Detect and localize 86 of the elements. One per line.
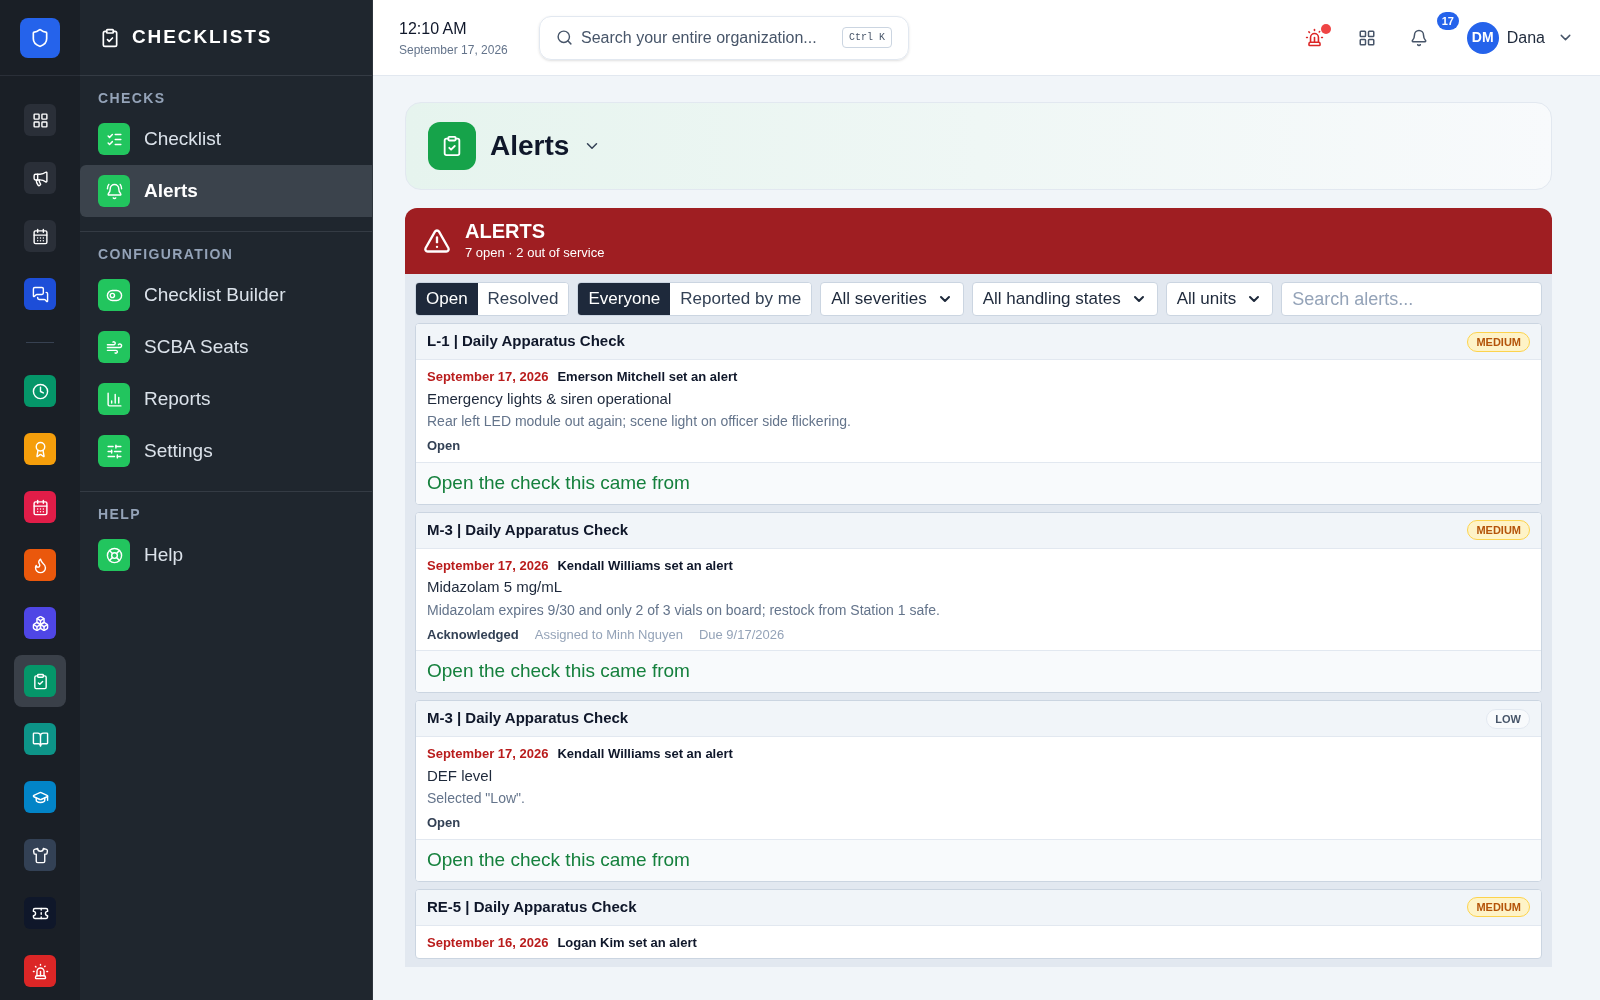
filter-select[interactable]: All units [1165,282,1274,316]
alert-reporter: Kendall Williams set an alert [557,556,733,575]
siren-icon [31,962,49,980]
notification-count: 17 [1436,11,1459,30]
filter-select[interactable]: All handling states [971,282,1158,316]
alert-state: Acknowledged [427,625,519,644]
section-heading: CONFIGURATION [97,245,235,264]
rail-button[interactable] [14,655,66,707]
alert-due-date: Due 9/17/2026 [698,625,785,644]
alert-title: M-3 | Daily Apparatus Check [427,708,629,729]
alert-title: M-3 | Daily Apparatus Check [427,519,629,540]
grid-icon [1357,28,1376,47]
alert-date: September 16, 2026 [427,933,549,952]
severity-badge: MEDIUM [1467,520,1530,540]
clipboard-check-icon [428,122,476,170]
shield-icon [30,27,50,48]
sidebar-item[interactable]: SCBA Seats [80,321,372,373]
checklist-icon [98,123,130,155]
source-check-link[interactable]: Open the check this came from [427,468,690,498]
alert-item: Midazolam 5 mg/mL [427,577,564,597]
grid-icon [31,111,49,129]
alert-item: Emergency lights & siren operational [427,388,673,409]
sidebar-item[interactable]: Alerts [80,165,372,217]
user-avatar[interactable]: DM [1466,21,1499,54]
severity-badge: LOW [1486,708,1530,729]
shortcut-key: Ctrl K [842,27,892,48]
sidebar-item[interactable]: Help [80,529,372,581]
sliders-icon [98,435,130,467]
banner-subtitle: 7 open · 2 out of service [465,244,605,263]
section-heading: CHECKS [97,89,167,108]
sidebar-item[interactable]: Settings [80,425,372,477]
calendar-icon [31,227,49,245]
wind-icon [98,331,130,363]
sidebar-item[interactable]: Checklist [80,113,372,165]
alert-note: Midazolam expires 9/30 and only 2 of 3 vials on board; restock from Station 1 safe. [427,600,941,620]
alert-title: L-1 | Daily Apparatus Check [427,331,625,352]
megaphone-icon [31,169,49,187]
severity-badge: MEDIUM [1467,331,1530,352]
filter-select[interactable]: All severities [820,282,964,316]
warning-icon [423,227,451,255]
clipboard-icon [100,27,120,48]
alert-note: Rear left LED module out again; scene light on officer side flickering. [427,412,852,431]
alert-reporter: Kendall Williams set an alert [557,745,733,763]
sidebar-title: CHECKLISTS [132,25,273,50]
alert-state: Open [427,814,461,832]
clipboard-check-icon [31,672,49,690]
book-icon [31,730,49,748]
alert-assignee: Assigned to Minh Nguyen [534,625,683,644]
alert-date: September 17, 2026 [427,745,549,763]
global-search-field[interactable]: Search your entire organization... Ctrl K [539,15,909,60]
sidebar-item[interactable]: Checklist Builder [80,269,372,321]
severity-badge: MEDIUM [1467,897,1530,917]
page-title: Alerts [490,129,570,163]
filter-tab[interactable]: Open [416,283,478,315]
alert-item: DEF level [427,765,494,786]
siren-icon [1305,28,1325,47]
bar-chart-icon [98,383,130,415]
alert-reporter: Logan Kim set an alert [557,933,697,952]
bell-icon [98,175,130,207]
clock-time: 12:10 AM [399,18,468,39]
lifebuoy-icon [98,539,130,571]
bell-icon [1409,28,1428,47]
alert-date: September 17, 2026 [427,556,549,575]
shirt-icon [31,846,49,864]
user-name[interactable]: Dana [1506,25,1545,50]
filter-tab[interactable]: Everyone [578,283,671,315]
alert-state: Open [427,437,461,455]
alert-note: Selected "Low". [427,789,526,808]
app-logo[interactable] [20,17,60,58]
alert-reporter: Emerson Mitchell set an alert [557,368,738,386]
alert-title: RE-5 | Daily Apparatus Check [427,896,637,917]
alerts-search-field[interactable]: Search alerts... [1281,282,1542,316]
calendar-icon [31,498,49,516]
source-check-link[interactable]: Open the check this came from [427,845,690,875]
toggles-icon [98,279,130,311]
source-check-link[interactable]: Open the check this came from [427,657,690,686]
section-heading: HELP [97,505,142,524]
sidebar-item[interactable]: Reports [80,373,372,425]
search-icon [556,29,573,46]
search-input[interactable]: Search your entire organization... [581,25,834,50]
clock-icon [31,382,49,400]
boxes-icon [31,614,49,632]
clock-date: September 17, 2026 [399,41,509,59]
alert-date: September 17, 2026 [427,368,549,386]
banner-title: ALERTS [465,219,546,244]
chat-icon [31,285,49,303]
